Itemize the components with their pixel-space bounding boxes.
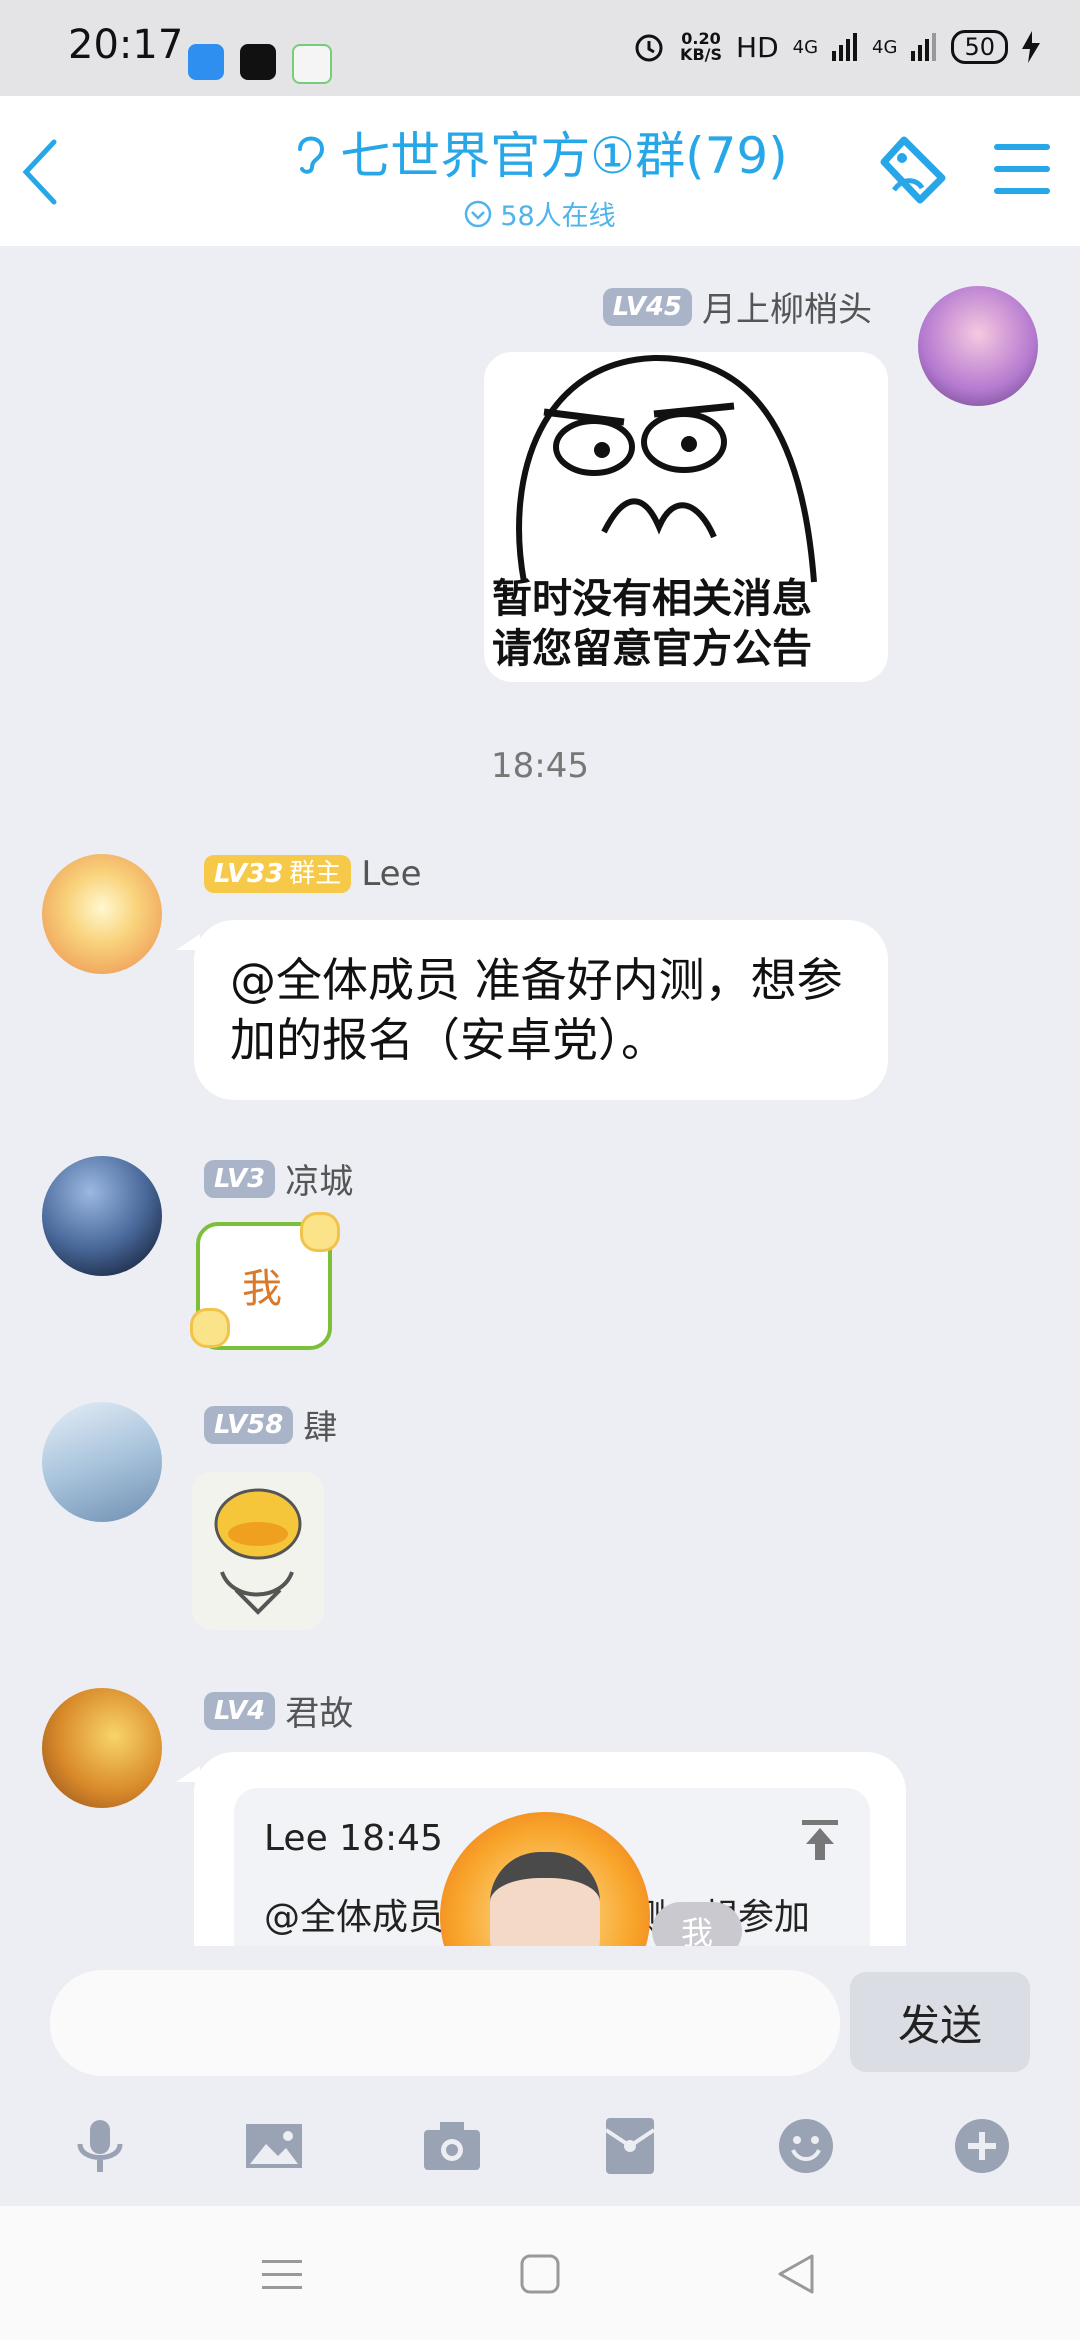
signal-bars-icon-2	[911, 33, 937, 61]
status-bar: 20:17 0.20 KB/S HD 4G 4G 50	[0, 0, 1080, 96]
sticker-text: 我	[242, 1266, 282, 1312]
time-separator: 18:45	[491, 746, 589, 786]
message-meta: LV58 肆	[204, 1400, 337, 1449]
sender-name: 凉城	[285, 1162, 354, 1202]
level-badge: LV45	[602, 287, 692, 326]
input-area: 发送	[0, 1946, 1080, 2076]
level-badge: LV3	[204, 1159, 276, 1198]
cartoon-face	[490, 1852, 600, 1946]
signal-1: 4G	[792, 36, 819, 58]
duck-sticker-image	[214, 1488, 302, 1615]
floating-cartoon-sticker[interactable]	[440, 1812, 660, 1946]
message-bubble[interactable]: @全体成员 准备好内测，想参加的报名（安卓党）。	[194, 920, 888, 1100]
sticker-message[interactable]	[192, 1472, 324, 1630]
status-right: 0.20 KB/S HD 4G 4G 50	[632, 30, 1040, 64]
message-meta: LV3 凉城	[204, 1154, 353, 1203]
jump-to-top-icon[interactable]	[800, 1818, 840, 1862]
message-input[interactable]	[50, 1970, 840, 2076]
chevron-down-circle-icon	[465, 200, 492, 227]
meme-caption: 暂时没有相关消息 请您留意官方公告	[492, 574, 812, 674]
status-time: 20:17	[68, 22, 184, 68]
sender-name: 月上柳梢头	[702, 290, 872, 330]
meme-image[interactable]: 暂时没有相关消息 请您留意官方公告	[484, 352, 888, 682]
online-label: 58人在线	[500, 201, 616, 232]
chat-messages[interactable]: LV45 月上柳梢头 暂时没有相关消息 请您留意官方公告 18:45 LV33 群…	[0, 246, 1080, 1946]
emoji-icon[interactable]	[776, 2116, 836, 2176]
system-nav-bar	[0, 2206, 1080, 2340]
avatar[interactable]	[918, 286, 1038, 406]
sender-name: 肆	[303, 1408, 338, 1448]
level-badge: LV4	[204, 1691, 276, 1730]
input-toolbar	[0, 2080, 1080, 2206]
sender-name: Lee	[361, 854, 422, 894]
owner-role: 群主	[289, 859, 342, 889]
meme-caption-line2: 请您留意官方公告	[492, 626, 812, 672]
charging-icon	[1022, 31, 1040, 63]
level-text: LV33	[214, 859, 284, 889]
menu-icon[interactable]	[994, 142, 1050, 196]
microphone-icon[interactable]	[70, 2116, 130, 2176]
group-title: 七世界官方①群(79)	[292, 116, 788, 188]
message-meta: LV45 月上柳梢头	[602, 282, 872, 331]
back-nav-icon[interactable]	[774, 2252, 818, 2296]
flower-icon	[300, 1212, 340, 1252]
image-icon[interactable]	[244, 2116, 304, 2176]
meme-face-image	[516, 354, 817, 583]
net-speed-unit: KB/S	[680, 45, 723, 64]
send-button[interactable]: 发送	[850, 1972, 1030, 2072]
tiktok-app-icon	[240, 44, 276, 80]
message-meta: LV33 群主 Lee	[204, 854, 422, 894]
video-app-icon	[292, 44, 332, 84]
message-text: @全体成员 准备好内测，想参加的报名（安卓党）。	[230, 953, 843, 1067]
ear-icon	[298, 136, 325, 174]
red-packet-icon[interactable]	[600, 2116, 660, 2176]
plus-icon[interactable]	[952, 2116, 1012, 2176]
meme-caption-line1: 暂时没有相关消息	[492, 576, 812, 622]
dingtalk-app-icon	[188, 44, 224, 80]
chat-header: 七世界官方①群(79) 58人在线	[0, 96, 1080, 246]
avatar[interactable]	[42, 1402, 162, 1522]
flower-icon	[190, 1308, 230, 1348]
hd-label: HD	[736, 30, 779, 64]
message-meta: LV4 君故	[204, 1686, 353, 1735]
signal-2: 4G	[872, 36, 898, 58]
battery-indicator: 50	[951, 30, 1008, 64]
quote-header: Lee 18:45	[264, 1818, 443, 1859]
sender-name: 君故	[285, 1694, 354, 1734]
me-tag: 我	[652, 1902, 742, 1946]
group-tag-icon[interactable]	[870, 132, 950, 212]
group-name: 七世界官方①群(79)	[340, 127, 788, 185]
quote-text: @全体成员	[264, 1897, 445, 1938]
level-badge: LV58	[204, 1405, 294, 1444]
avatar[interactable]	[42, 1156, 162, 1276]
alarm-icon	[635, 34, 663, 62]
net-speed: 0.20 KB/S	[680, 31, 722, 63]
recent-apps-icon[interactable]	[260, 2252, 304, 2296]
sticker-message[interactable]: 我	[184, 1206, 344, 1356]
avatar[interactable]	[42, 1688, 162, 1808]
level-badge: LV33 群主	[204, 855, 352, 893]
camera-icon[interactable]	[422, 2116, 482, 2176]
avatar[interactable]	[42, 854, 162, 974]
home-icon[interactable]	[518, 2252, 562, 2296]
signal-bars-icon	[832, 33, 858, 61]
